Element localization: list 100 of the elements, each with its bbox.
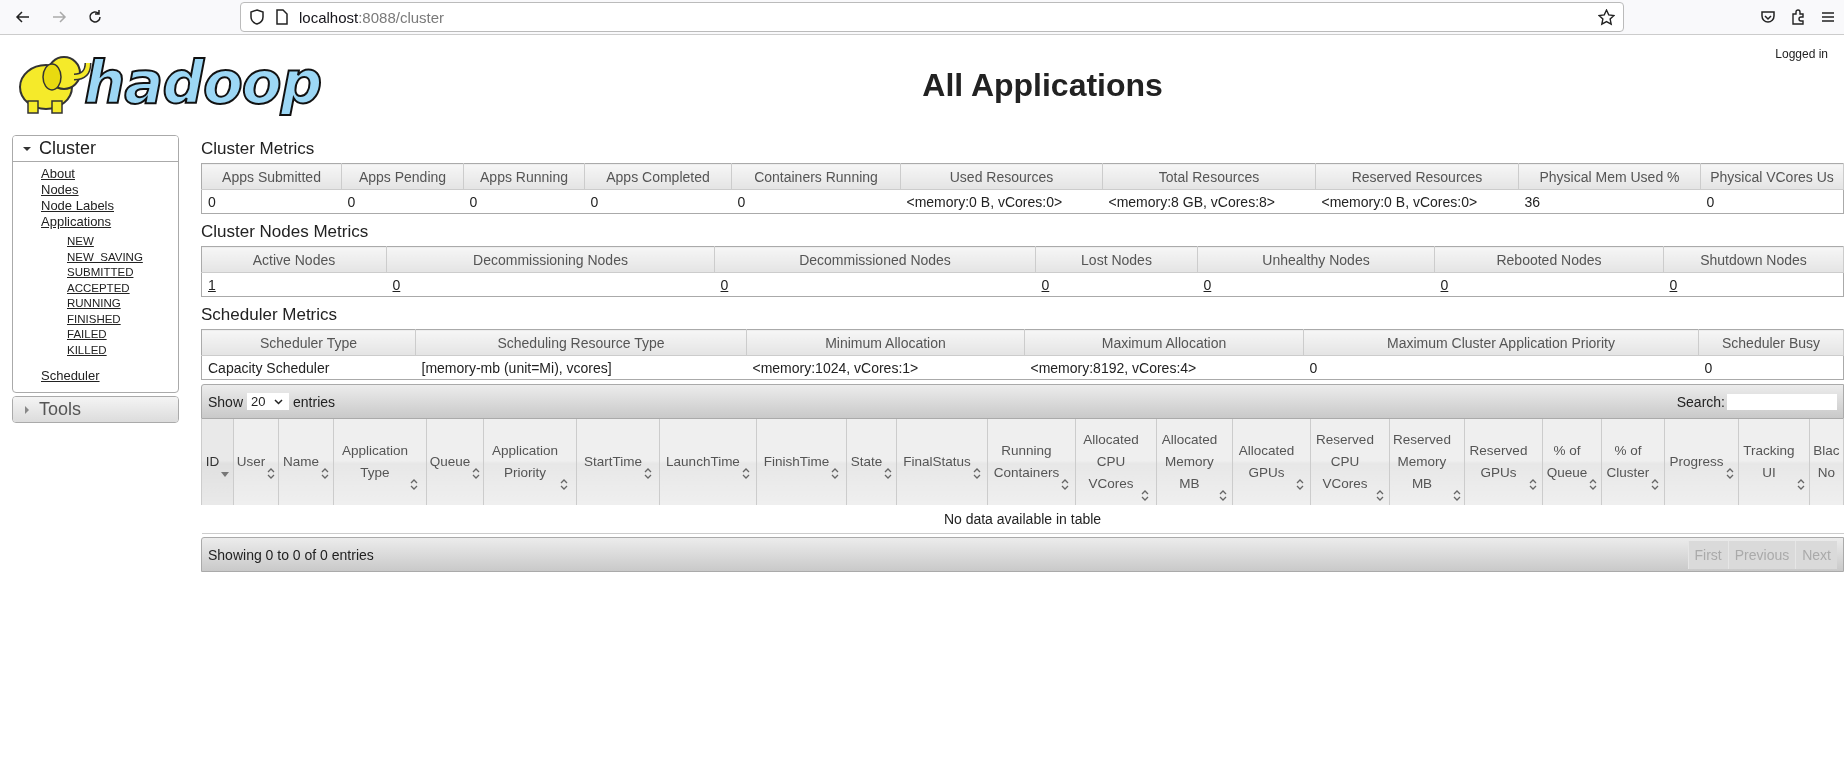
column-header[interactable]: User [233, 419, 279, 505]
column-header[interactable]: State [846, 419, 897, 505]
url-text: localhost:8088/cluster [299, 8, 445, 26]
sidebar-link[interactable]: Scheduler [41, 368, 178, 384]
column-header[interactable]: FinishTime [756, 419, 847, 505]
star-icon[interactable] [1598, 8, 1615, 26]
table-cell: <memory:0 B, vCores:0> [900, 189, 1103, 214]
table-cell: 0 [731, 189, 901, 214]
column-header: Lost Nodes [1035, 246, 1198, 273]
puzzle-icon[interactable] [1790, 9, 1806, 25]
column-header: Total Resources [1102, 163, 1316, 190]
column-header[interactable]: Allocated Memory MB [1156, 419, 1233, 505]
search-field[interactable] [1727, 393, 1837, 410]
sidebar-link[interactable]: About [41, 166, 178, 182]
caret-right-icon [23, 405, 31, 414]
sidebar-link[interactable]: Nodes [41, 182, 178, 198]
metric-link[interactable]: 0 [1669, 276, 1678, 293]
column-header: Physical Mem Used % [1518, 163, 1701, 190]
sidebar-section-header[interactable]: Tools [13, 397, 178, 422]
logo-text: hadoop [84, 49, 322, 117]
column-header[interactable]: Blac No [1809, 419, 1844, 505]
metric-link[interactable]: 0 [1440, 276, 1449, 293]
reload-icon [87, 9, 103, 25]
arrow-left-icon [15, 9, 31, 25]
column-header[interactable]: % of Cluster [1601, 419, 1665, 505]
table-cell: 0 [463, 189, 585, 214]
column-header[interactable]: ID [201, 419, 234, 505]
sidebar-link[interactable]: FAILED [67, 327, 178, 343]
table-cell: <memory:0 B, vCores:0> [1315, 189, 1519, 214]
column-header: Rebooted Nodes [1434, 246, 1664, 273]
sidebar-link[interactable]: RUNNING [67, 296, 178, 312]
sidebar-link[interactable]: KILLED [67, 342, 178, 358]
column-header[interactable]: Reserved GPUs [1464, 419, 1543, 505]
pocket-icon[interactable] [1760, 9, 1776, 25]
column-header[interactable]: StartTime [576, 419, 660, 505]
column-header[interactable]: Running Containers [987, 419, 1076, 505]
column-header: Scheduling Resource Type [415, 329, 747, 356]
column-header[interactable]: Allocated GPUs [1232, 419, 1311, 505]
shield-icon [249, 9, 265, 25]
table-cell: 0 [201, 189, 342, 214]
metric-link[interactable]: 0 [1041, 276, 1050, 293]
column-header: Decommissioning Nodes [386, 246, 715, 273]
table-cell: 0 [1700, 189, 1844, 214]
column-header[interactable]: Application Type [333, 419, 427, 505]
empty-message: No data available in table [943, 511, 1102, 527]
column-header[interactable]: FinalStatus [896, 419, 988, 505]
column-header[interactable]: Tracking UI [1738, 419, 1810, 505]
column-header[interactable]: Reserved Memory MB [1389, 419, 1465, 505]
column-header[interactable]: % of Queue [1542, 419, 1602, 505]
show-label: Show [208, 393, 244, 410]
table-cell: Capacity Scheduler [201, 355, 416, 380]
address-bar[interactable]: localhost:8088/cluster [240, 2, 1624, 32]
sidebar-link[interactable]: SUBMITTED [67, 265, 178, 281]
column-header: Unhealthy Nodes [1197, 246, 1435, 273]
column-header[interactable]: Name [278, 419, 334, 505]
column-header[interactable]: LaunchTime [659, 419, 757, 505]
caret-down-icon [23, 144, 31, 153]
table-cell: <memory:1024, vCores:1> [746, 355, 1025, 380]
metric-link[interactable]: 0 [1203, 276, 1212, 293]
page-title: All Applications [922, 67, 1163, 103]
column-header: Shutdown Nodes [1663, 246, 1844, 273]
column-header: Scheduler Type [201, 329, 416, 356]
sidebar-link[interactable]: NEW_SAVING [67, 249, 178, 265]
column-header: Active Nodes [201, 246, 387, 273]
section-title: Cluster Metrics [201, 138, 316, 160]
column-header: Used Resources [900, 163, 1103, 190]
metric-link[interactable]: 1 [208, 276, 216, 293]
sidebar-link[interactable]: ACCEPTED [67, 280, 178, 296]
metric-link[interactable]: 0 [392, 276, 401, 293]
table-cell: 0 [341, 189, 464, 214]
sidebar-link[interactable]: Node Labels [41, 198, 178, 214]
metric-link[interactable]: 0 [720, 276, 729, 293]
column-header: Apps Pending [341, 163, 464, 190]
column-header: Maximum Allocation [1024, 329, 1304, 356]
table-cell: 36 [1518, 189, 1701, 214]
table-cell: 0 [584, 189, 732, 214]
column-header[interactable]: Reserved CPU VCores [1310, 419, 1390, 505]
column-header[interactable]: Queue [426, 419, 484, 505]
sidebar-link[interactable]: FINISHED [67, 311, 178, 327]
arrow-right-icon [51, 9, 67, 25]
table-cell: 0 [1303, 355, 1699, 380]
column-header[interactable]: Allocated CPU VCores [1075, 419, 1157, 505]
menu-icon[interactable] [1820, 9, 1836, 25]
chevron-down-icon [273, 398, 283, 405]
column-header[interactable]: Application Priority [483, 419, 577, 505]
sidebar-link[interactable]: NEW [67, 234, 178, 250]
table-cell: 0 [1698, 355, 1844, 380]
column-header: Apps Completed [584, 163, 732, 190]
table-cell: <memory:8 GB, vCores:8> [1102, 189, 1316, 214]
section-title: Cluster Nodes Metrics [201, 221, 370, 243]
page-length-select[interactable]: 20 [247, 393, 290, 410]
table-cell: <memory:8192, vCores:4> [1024, 355, 1304, 380]
column-header: Decommissioned Nodes [714, 246, 1036, 273]
column-header[interactable]: Progress [1664, 419, 1739, 505]
sidebar-link[interactable]: Applications [41, 214, 178, 230]
column-header: Physical VCores Us [1700, 163, 1844, 190]
column-header: Scheduler Busy [1698, 329, 1844, 356]
column-header: Maximum Cluster Application Priority [1303, 329, 1699, 356]
page-icon [275, 9, 289, 25]
column-header: Apps Submitted [201, 163, 342, 190]
